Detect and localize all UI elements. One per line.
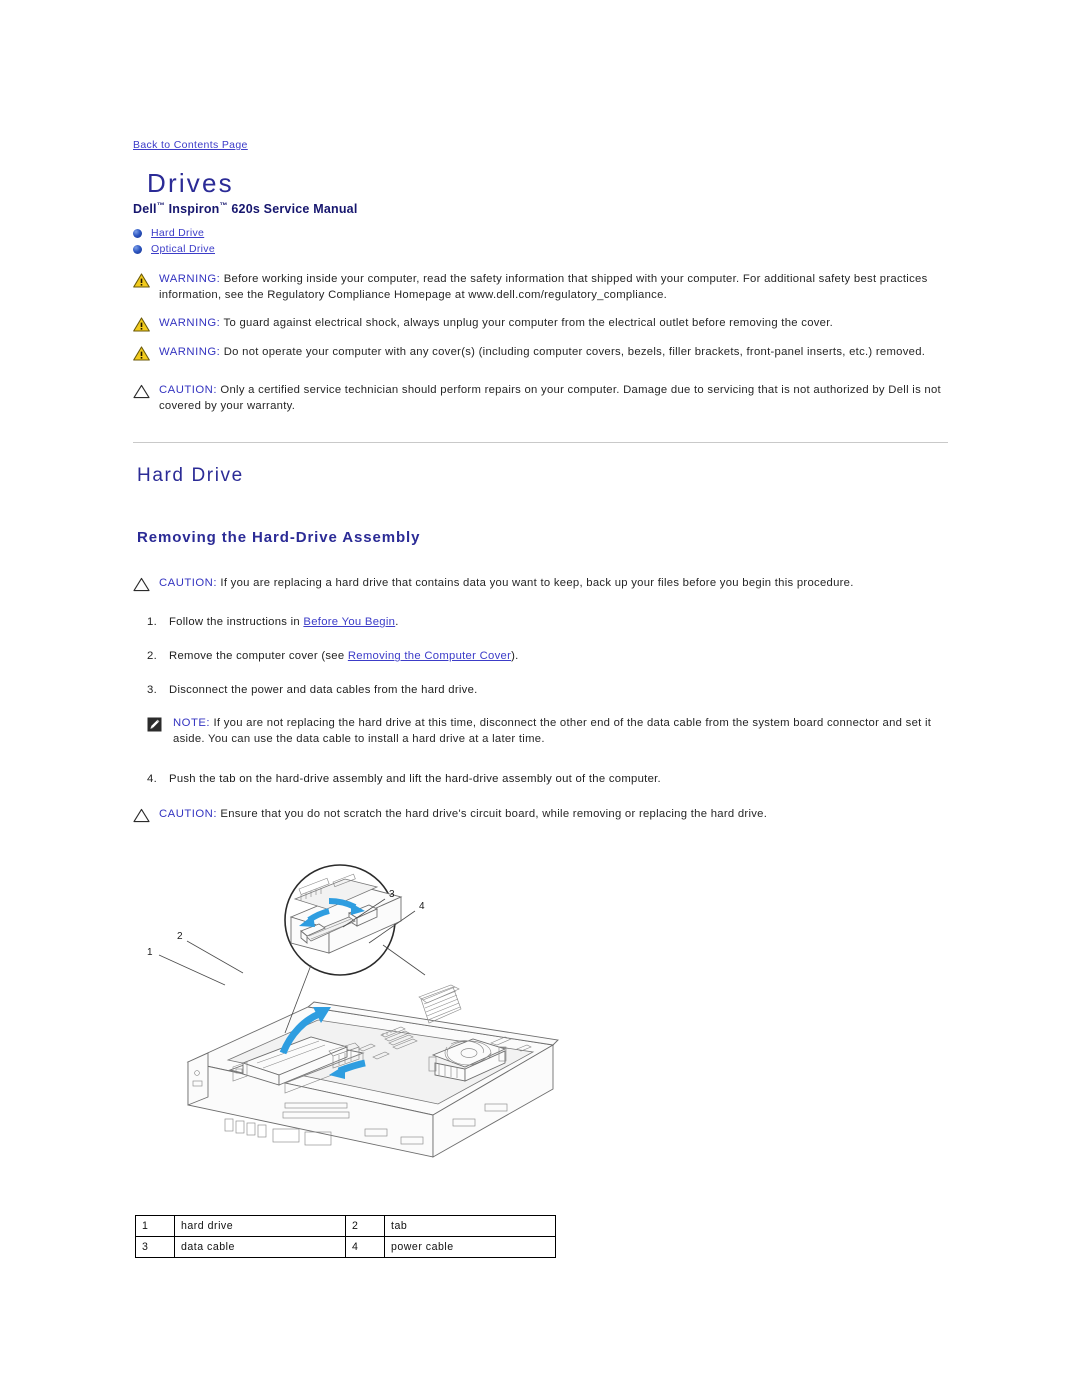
legend-label: hard drive — [174, 1215, 346, 1238]
warning-triangle-icon — [133, 345, 152, 361]
legend-number: 3 — [135, 1236, 175, 1259]
caution-text-3: CAUTION: Ensure that you do not scratch … — [159, 807, 948, 823]
note-body: If you are not replacing the hard drive … — [173, 717, 932, 745]
caution-body: Only a certified service technician shou… — [159, 384, 941, 412]
warning-label: WARNING: — [159, 317, 221, 330]
legend-number: 2 — [345, 1215, 385, 1238]
warning-text-2: WARNING: To guard against electrical sho… — [159, 316, 948, 332]
warning-text-3: WARNING: Do not operate your computer wi… — [159, 345, 948, 361]
step-number: 4. — [147, 773, 157, 786]
subtitle-dell: Dell — [133, 202, 157, 217]
step-number: 1. — [147, 616, 157, 629]
subtitle-model: 620s Service Manual — [227, 202, 358, 217]
chassis-diagram-svg: .ln { fill:none; stroke:#6e6e6e; stroke-… — [147, 864, 559, 1158]
document-page: Back to Contents Page Drives Dell™ Inspi… — [133, 135, 948, 1259]
note-label: NOTE: — [173, 717, 211, 730]
caution-text-2: CAUTION: If you are replacing a hard dri… — [159, 576, 948, 592]
figure-legend-table: 1 hard drive 2 tab 3 data cable 4 power … — [135, 1215, 556, 1259]
page-subtitle: Dell™ Inspiron™ 620s Service Manual — [133, 201, 948, 216]
toc-link-optical-drive[interactable]: Optical Drive — [151, 243, 215, 256]
procedure-steps: 1. Follow the instructions in Before You… — [133, 614, 948, 787]
step-text: Disconnect the power and data cables fro… — [169, 684, 478, 697]
warning-label: WARNING: — [159, 346, 221, 359]
caution-block-2: CAUTION: If you are replacing a hard dri… — [133, 576, 948, 592]
section-divider — [133, 442, 948, 444]
bullet-sphere-icon — [133, 245, 142, 255]
warning-body: Before working inside your computer, rea… — [159, 273, 928, 301]
step-text: Remove the computer cover (see Removing … — [169, 648, 948, 664]
warning-triangle-icon — [133, 316, 152, 332]
warning-body: To guard against electrical shock, alway… — [220, 317, 834, 330]
warning-body: Do not operate your computer with any co… — [220, 346, 926, 359]
note-pencil-icon — [147, 716, 166, 737]
step-item-1: 1. Follow the instructions in Before You… — [133, 614, 948, 630]
caution-label: CAUTION: — [159, 577, 217, 590]
caution-label: CAUTION: — [159, 808, 217, 821]
table-of-contents: Hard Drive Optical Drive — [133, 227, 948, 256]
warning-text-1: WARNING: Before working inside your comp… — [159, 272, 948, 303]
warning-label: WARNING: — [159, 273, 221, 286]
callout-number-1: 1 — [147, 947, 153, 958]
caution-triangle-icon — [133, 807, 152, 823]
warning-block-3: WARNING: Do not operate your computer wi… — [133, 345, 948, 361]
step-text: Push the tab on the hard-drive assembly … — [169, 773, 661, 786]
caution-text-1: CAUTION: Only a certified service techni… — [159, 383, 948, 414]
step-number: 2. — [147, 650, 157, 663]
warning-block-2: WARNING: To guard against electrical sho… — [133, 316, 948, 332]
page-title: Drives — [147, 168, 234, 198]
legend-label: tab — [384, 1215, 556, 1238]
back-to-contents-link[interactable]: Back to Contents Page — [133, 139, 248, 151]
caution-triangle-icon — [133, 383, 152, 399]
hard-drive-removal-illustration: .ln { fill:none; stroke:#6e6e6e; stroke-… — [133, 857, 948, 1187]
note-block: NOTE: If you are not replacing the hard … — [147, 716, 948, 747]
step-text-post: ). — [511, 650, 519, 663]
step-text-pre: Remove the computer cover (see — [169, 650, 348, 663]
subsection-heading-removing: Removing the Hard-Drive Assembly — [137, 529, 421, 547]
table-row: 3 data cable 4 power cable — [135, 1236, 556, 1259]
caution-body: If you are replacing a hard drive that c… — [216, 577, 854, 590]
subtitle-inspiron: Inspiron — [164, 202, 220, 217]
list-item[interactable]: Hard Drive — [133, 227, 948, 240]
list-item[interactable]: Optical Drive — [133, 243, 948, 256]
step-text: Follow the instructions in Before You Be… — [169, 614, 948, 630]
step-item-3: 3. Disconnect the power and data cables … — [133, 682, 948, 698]
callout-number-3: 3 — [389, 889, 395, 900]
caution-label: CAUTION: — [159, 384, 217, 397]
warning-triangle-icon — [133, 272, 152, 288]
callout-number-4: 4 — [419, 901, 425, 912]
warning-block-1: WARNING: Before working inside your comp… — [133, 272, 948, 303]
table-row: 1 hard drive 2 tab — [135, 1215, 556, 1238]
caution-block-3: CAUTION: Ensure that you do not scratch … — [133, 807, 948, 823]
caution-block-1: CAUTION: Only a certified service techni… — [133, 383, 948, 414]
trademark-icon-2: ™ — [219, 201, 228, 210]
caution-triangle-icon — [133, 576, 152, 592]
link-before-you-begin[interactable]: Before You Begin — [303, 616, 395, 628]
link-removing-the-computer-cover[interactable]: Removing the Computer Cover — [348, 650, 511, 662]
bullet-sphere-icon — [133, 229, 142, 239]
section-heading-hard-drive: Hard Drive — [137, 465, 244, 487]
legend-label: data cable — [174, 1236, 346, 1259]
caution-body: Ensure that you do not scratch the hard … — [216, 808, 768, 821]
step-text-post: . — [395, 616, 399, 629]
note-text: NOTE: If you are not replacing the hard … — [173, 716, 948, 747]
legend-label: power cable — [384, 1236, 556, 1259]
step-item-4: 4. Push the tab on the hard-drive assemb… — [133, 771, 948, 787]
trademark-icon-1: ™ — [156, 201, 165, 210]
legend-number: 1 — [135, 1215, 175, 1238]
step-text-pre: Follow the instructions in — [169, 616, 304, 629]
toc-link-hard-drive[interactable]: Hard Drive — [151, 227, 204, 240]
legend-number: 4 — [345, 1236, 385, 1259]
step-item-2: 2. Remove the computer cover (see Removi… — [133, 648, 948, 664]
callout-number-2: 2 — [177, 931, 183, 942]
step-number: 3. — [147, 684, 157, 697]
